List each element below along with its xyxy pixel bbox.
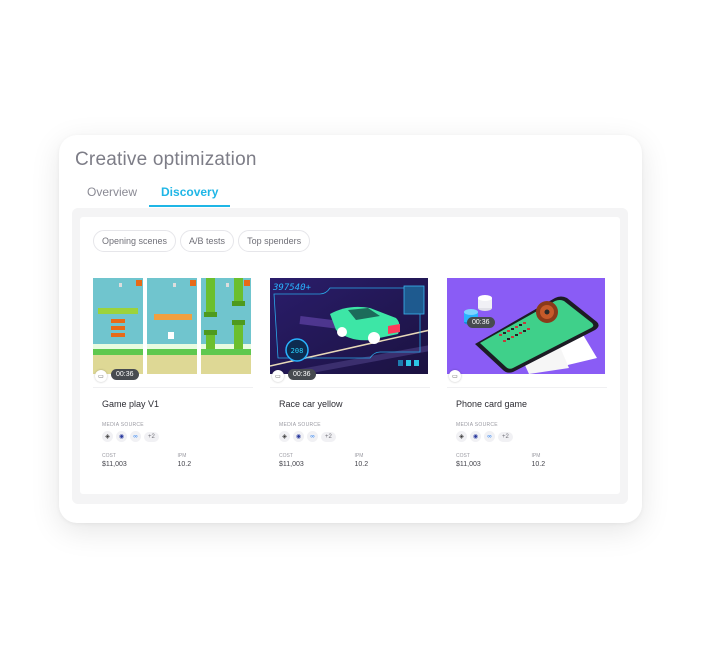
svg-text:208: 208 — [291, 347, 304, 355]
ipm-value: 10.2 — [531, 461, 546, 468]
discovery-content: Opening scenes A/B tests Top spenders ▭ … — [80, 217, 620, 494]
cost-value: $11,003 — [456, 461, 481, 468]
meta-icon: ∞ — [307, 431, 318, 442]
chip-top-spenders[interactable]: Top spenders — [238, 230, 311, 252]
video-icon: ▭ — [449, 370, 461, 382]
cost-label: COST — [456, 453, 470, 459]
page-title: Creative optimization — [75, 149, 257, 170]
chip-opening-scenes[interactable]: Opening scenes — [93, 230, 177, 252]
creative-card[interactable]: ▭ 00:36 Game play V1 MEDIA SOURCE ◈ ◉ ∞ … — [93, 278, 253, 468]
media-source-label: MEDIA SOURCE — [279, 422, 321, 428]
tab-discovery[interactable]: Discovery — [149, 183, 231, 207]
tab-bar: Overview Discovery — [75, 183, 231, 207]
creative-thumbnail[interactable] — [93, 278, 251, 374]
creative-card[interactable]: 208 397540+ ▭ 00:36 Race car yellow MEDI… — [270, 278, 430, 468]
video-icon: ▭ — [272, 370, 284, 382]
meta-icon: ∞ — [484, 431, 495, 442]
ipm-value: 10.2 — [177, 461, 192, 468]
more-sources-badge: +2 — [321, 431, 336, 442]
meta-icon: ∞ — [130, 431, 141, 442]
ipm-value: 10.2 — [354, 461, 369, 468]
ironsource-icon: ◉ — [470, 431, 481, 442]
chip-ab-tests[interactable]: A/B tests — [180, 230, 235, 252]
creative-thumbnail[interactable]: 00:36 — [447, 278, 605, 374]
content-area: Opening scenes A/B tests Top spenders ▭ … — [72, 208, 628, 504]
more-sources-badge: +2 — [144, 431, 159, 442]
duration-badge: 00:36 — [288, 369, 316, 380]
creative-name: Race car yellow — [279, 399, 343, 409]
duration-badge: 00:36 — [467, 317, 495, 328]
flappy-bird-thumbnail — [93, 278, 251, 374]
cost-label: COST — [102, 453, 116, 459]
creative-card[interactable]: 00:36 ▭ Phone card game MEDIA SOURCE ◈ ◉… — [447, 278, 607, 468]
cost-value: $11,003 — [279, 461, 304, 468]
ironsource-icon: ◉ — [116, 431, 127, 442]
media-source-icons: ◈ ◉ ∞ +2 — [456, 431, 607, 442]
tab-overview[interactable]: Overview — [75, 183, 149, 207]
media-source-label: MEDIA SOURCE — [102, 422, 144, 428]
filter-chips: Opening scenes A/B tests Top spenders — [93, 230, 311, 252]
cost-label: COST — [279, 453, 293, 459]
creative-name: Game play V1 — [102, 399, 160, 409]
race-car-thumbnail: 208 397540+ — [270, 278, 428, 374]
unity-icon: ◈ — [279, 431, 290, 442]
duration-badge: 00:36 — [111, 369, 139, 380]
unity-icon: ◈ — [102, 431, 113, 442]
creative-thumbnail[interactable]: 208 397540+ — [270, 278, 428, 374]
video-icon: ▭ — [95, 370, 107, 382]
score-text: 397540+ — [272, 283, 312, 293]
cost-value: $11,003 — [102, 461, 127, 468]
media-source-icons: ◈ ◉ ∞ +2 — [279, 431, 430, 442]
ironsource-icon: ◉ — [293, 431, 304, 442]
ipm-label: IPM — [177, 453, 187, 459]
media-source-label: MEDIA SOURCE — [456, 422, 498, 428]
ipm-label: IPM — [354, 453, 364, 459]
media-source-icons: ◈ ◉ ∞ +2 — [102, 431, 253, 442]
unity-icon: ◈ — [456, 431, 467, 442]
more-sources-badge: +2 — [498, 431, 513, 442]
ipm-label: IPM — [531, 453, 541, 459]
creative-optimization-panel: Creative optimization Overview Discovery… — [59, 135, 642, 523]
creative-name: Phone card game — [456, 399, 528, 409]
